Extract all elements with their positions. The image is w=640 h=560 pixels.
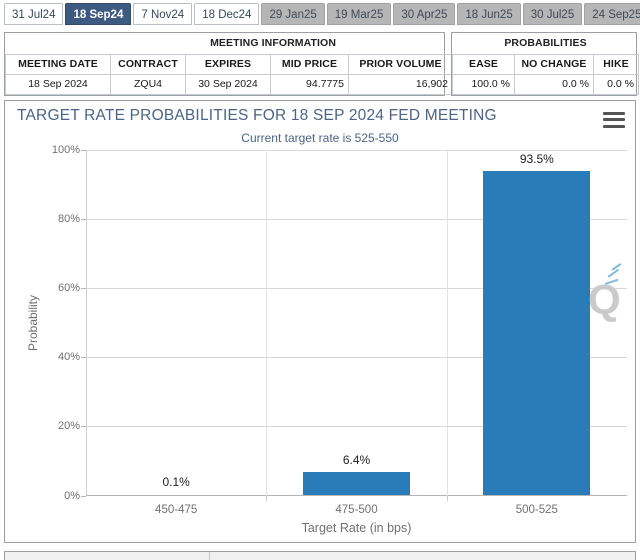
y-tick-label: 0% xyxy=(64,489,80,502)
tab-24-sep25[interactable]: 24 Sep25 xyxy=(584,3,640,25)
tab-18-sep24[interactable]: 18 Sep24 xyxy=(65,3,132,25)
col-ease: EASE xyxy=(452,53,515,75)
x-axis-line xyxy=(86,494,627,496)
y-tick-label: 40% xyxy=(57,351,80,364)
tab-30-apr25[interactable]: 30 Apr25 xyxy=(393,3,456,25)
y-tick-label: 60% xyxy=(57,281,80,294)
probabilities-header: PROBABILITIES xyxy=(452,33,639,55)
summary-tables-row: MEETING INFORMATION MEETING DATE CONTRAC… xyxy=(0,30,640,96)
tab-7-nov24[interactable]: 7 Nov24 xyxy=(133,3,193,25)
col-meeting-date: MEETING DATE xyxy=(5,53,111,75)
gridline xyxy=(86,149,627,151)
y-tick-mark xyxy=(81,149,86,151)
bar-475-500[interactable] xyxy=(302,472,411,495)
tab-19-mar25[interactable]: 19 Mar25 xyxy=(326,3,392,25)
col-hike: HIKE xyxy=(592,53,640,75)
cell-no-change: 0.0 % xyxy=(514,73,594,95)
col-mid-price: MID PRICE xyxy=(270,53,349,75)
vertical-gridline xyxy=(266,149,268,496)
x-tick-label: 475-500 xyxy=(335,503,378,516)
x-axis-label: Target Rate (in bps) xyxy=(301,520,412,535)
meeting-date-tabstrip: 31 Jul24 18 Sep24 7 Nov24 18 Dec24 29 Jan25 1… xyxy=(0,0,640,30)
y-axis-line xyxy=(86,149,87,496)
y-tick-mark xyxy=(81,426,86,428)
plot-area: 0% 20% 40% 60% 80% 100% 0.1% 450-475 6.4% 475-500… xyxy=(52,144,627,516)
cell-mid-price: 94.7775 xyxy=(270,73,349,95)
cell-prior-volume: 16,902 xyxy=(348,73,453,95)
x-tick-mark xyxy=(266,495,268,501)
meeting-information-table: MEETING INFORMATION MEETING DATE CONTRAC… xyxy=(4,32,542,96)
tab-29-jan25[interactable]: 29 Jan25 xyxy=(261,3,325,25)
col-no-change: NO CHANGE xyxy=(514,53,594,75)
cell-ease: 100.0 % xyxy=(452,73,515,95)
col-prior-volume: PRIOR VOLUME xyxy=(348,53,453,75)
bar-500-525[interactable] xyxy=(483,171,591,495)
cell-meeting-date: 18 Sep 2024 xyxy=(5,73,111,95)
probabilities-table: PROBABILITIES EASE NO CHANGE HIKE 100.0 … xyxy=(451,32,640,96)
col-contract: CONTRACT xyxy=(110,53,186,75)
bar-value-label: 93.5% xyxy=(519,151,554,166)
bottom-table-divider xyxy=(209,552,210,560)
tab-31-jul24[interactable]: 31 Jul24 xyxy=(4,3,64,25)
col-expires: EXPIRES xyxy=(185,53,271,75)
y-tick-mark xyxy=(81,357,86,359)
bottom-partial-table xyxy=(4,551,636,560)
chart-subtitle: Current target rate is 525-550 xyxy=(241,130,399,145)
cell-contract: ZQU4 xyxy=(110,73,186,95)
x-tick-label: 450-475 xyxy=(155,503,198,516)
vertical-gridline xyxy=(446,149,448,496)
y-axis-label-text: Probability xyxy=(26,294,40,351)
hamburger-menu-icon[interactable] xyxy=(603,111,625,129)
cell-hike: 0.0 % xyxy=(592,73,640,95)
chart-panel: TARGET RATE PROBABILITIES FOR 18 SEP 202… xyxy=(4,99,636,543)
y-tick-mark xyxy=(81,287,86,289)
x-tick-label: 500-525 xyxy=(515,503,558,516)
tab-30-jul25[interactable]: 30 Jul25 xyxy=(522,3,583,25)
y-tick-mark xyxy=(81,495,86,497)
chart-title: TARGET RATE PROBABILITIES FOR 18 SEP 202… xyxy=(17,106,497,124)
y-tick-label: 80% xyxy=(57,212,80,225)
cell-expires: 30 Sep 2024 xyxy=(185,73,271,95)
table-row: 100.0 % 0.0 % 0.0 % xyxy=(452,73,640,95)
y-tick-label: 100% xyxy=(51,143,80,156)
bar-value-label: 6.4% xyxy=(342,453,371,468)
y-tick-mark xyxy=(81,218,86,220)
x-tick-mark xyxy=(446,495,448,501)
bar-value-label: 0.1% xyxy=(162,475,190,490)
tab-18-jun25[interactable]: 18 Jun25 xyxy=(457,3,521,25)
tab-18-dec24[interactable]: 18 Dec24 xyxy=(194,3,260,25)
y-tick-label: 20% xyxy=(57,420,80,433)
y-axis-label: Probability xyxy=(25,150,41,496)
